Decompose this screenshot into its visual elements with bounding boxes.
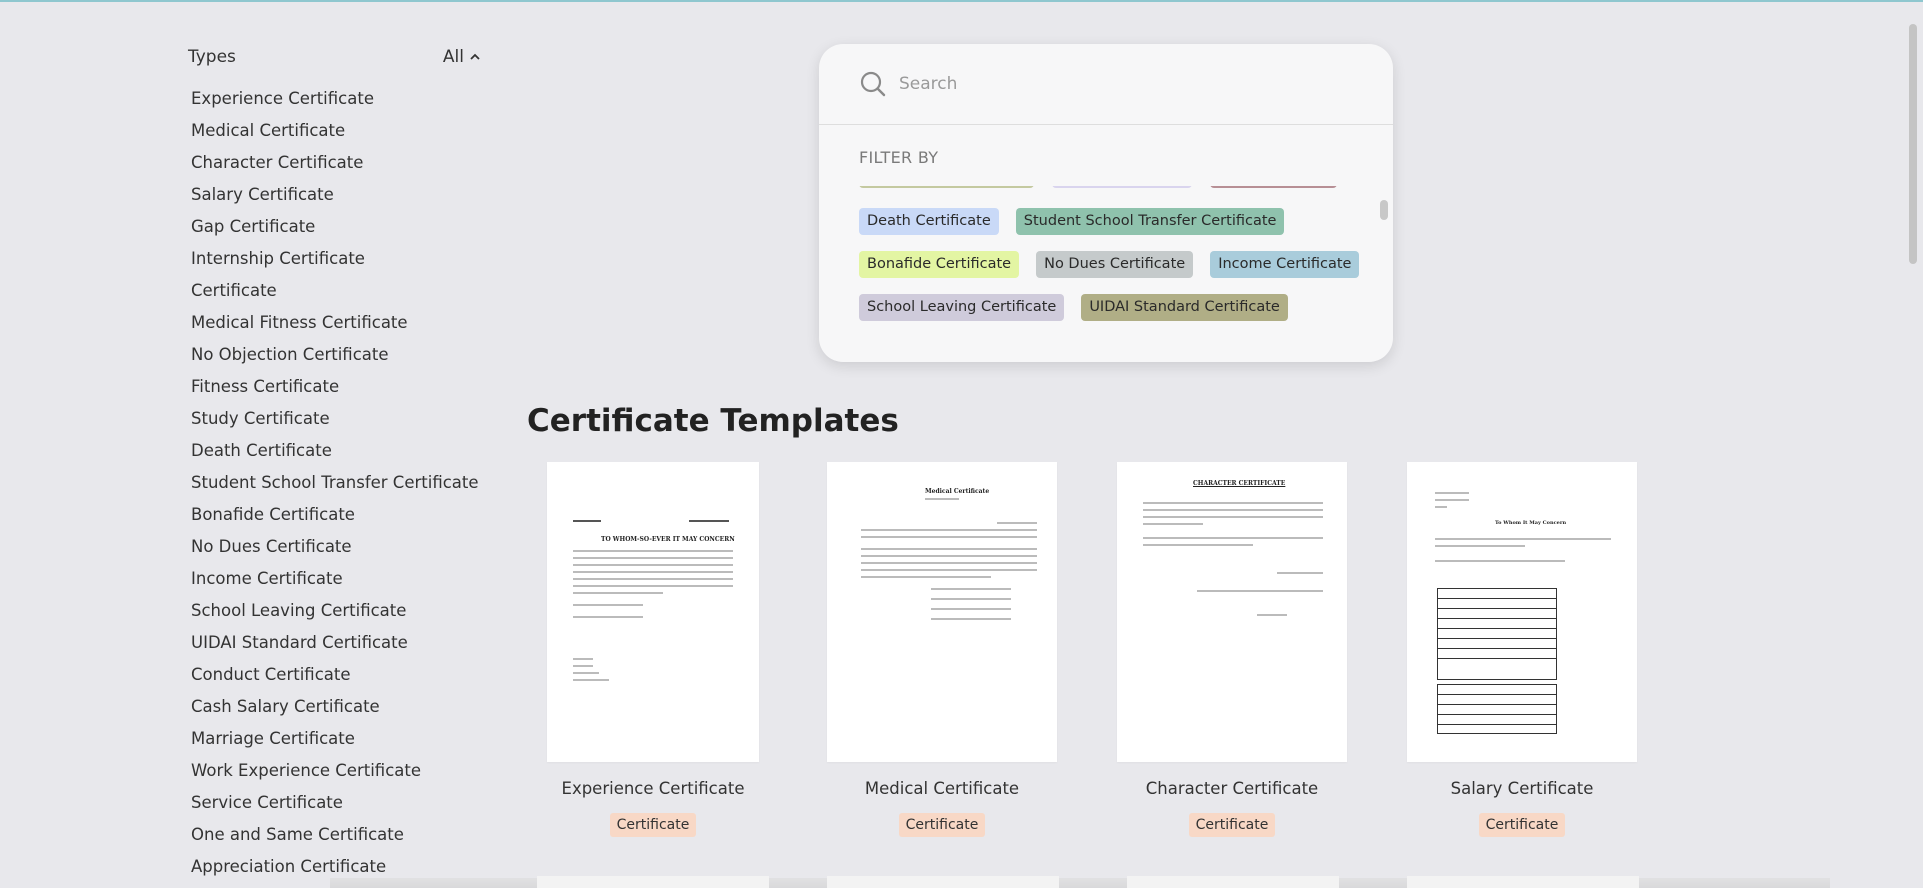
template-name: Character Certificate (1145, 779, 1319, 798)
type-item[interactable]: Certificate (188, 280, 488, 312)
type-item[interactable]: UIDAI Standard Certificate (188, 632, 488, 664)
preview-title: CHARACTER CERTIFICATE (1193, 480, 1286, 487)
chip-partial (859, 186, 1034, 188)
chip-partial (1052, 186, 1192, 188)
template-tag[interactable]: Certificate (609, 813, 697, 837)
template-tag[interactable]: Certificate (1188, 813, 1276, 837)
filter-scrollbar[interactable] (1380, 200, 1388, 220)
preview-title: Medical Certificate (925, 488, 990, 495)
type-item[interactable]: Bonafide Certificate (188, 504, 488, 536)
template-preview: To Whom It May Concern (1407, 462, 1637, 762)
filter-chip[interactable]: UIDAI Standard Certificate (1081, 294, 1288, 321)
type-item[interactable]: Internship Certificate (188, 248, 488, 280)
type-item[interactable]: School Leaving Certificate (188, 600, 488, 632)
types-list: Experience Certificate Medical Certificat… (188, 88, 488, 888)
template-name: Experience Certificate (561, 779, 745, 798)
types-header: Types All (188, 46, 488, 68)
types-all-toggle[interactable]: All (443, 47, 488, 67)
type-item[interactable]: Marriage Certificate (188, 728, 488, 760)
page-scrollbar[interactable] (1909, 24, 1917, 264)
types-title: Types (188, 47, 236, 67)
preview-title: TO WHOM-SO-EVER IT MAY CONCERN (601, 536, 735, 543)
search-icon (860, 71, 886, 97)
template-tag[interactable]: Certificate (898, 813, 986, 837)
page-title: Certificate Templates (527, 403, 899, 439)
preview-title: To Whom It May Concern (1495, 520, 1567, 526)
chip-row: Bonafide Certificate No Dues Certificate I… (859, 251, 1360, 278)
template-name: Salary Certificate (1450, 779, 1594, 798)
types-sidebar: Types All Experience Certificate Medical … (188, 46, 488, 888)
search-filter-panel: FILTER BY Death Certificate Student Schoo… (819, 44, 1393, 362)
filter-chip[interactable]: Bonafide Certificate (859, 251, 1020, 278)
template-preview: Medical Certificate (827, 462, 1057, 762)
type-item[interactable]: Death Certificate (188, 440, 488, 472)
type-item[interactable]: Salary Certificate (188, 184, 488, 216)
template-card-experience[interactable]: TO WHOM-SO-EVER IT MAY CONCERN Experienc… (547, 462, 759, 837)
template-card-next[interactable] (1407, 876, 1639, 888)
type-item[interactable]: Cash Salary Certificate (188, 696, 488, 728)
template-preview: CHARACTER CERTIFICATE (1117, 462, 1347, 762)
type-item[interactable]: Experience Certificate (188, 88, 488, 120)
filter-by-label: FILTER BY (859, 148, 939, 167)
type-item[interactable]: Gap Certificate (188, 216, 488, 248)
template-tag[interactable]: Certificate (1478, 813, 1566, 837)
type-item[interactable]: Medical Fitness Certificate (188, 312, 488, 344)
template-card-medical[interactable]: Medical Certificate Medical Certificate … (827, 462, 1057, 837)
type-item[interactable]: Study Certificate (188, 408, 488, 440)
type-item[interactable]: No Objection Certificate (188, 344, 488, 376)
type-item[interactable]: Work Experience Certificate (188, 760, 488, 792)
chip-row: Death Certificate Student School Transfer… (859, 208, 1285, 235)
filter-chips[interactable]: Death Certificate Student School Transfer… (859, 186, 1379, 362)
chevron-up-icon (470, 53, 480, 60)
template-card-salary[interactable]: To Whom It May Concern Salary Certificat… (1407, 462, 1637, 837)
template-card-character[interactable]: CHARACTER CERTIFICATE Character Certific… (1117, 462, 1347, 837)
type-item[interactable]: Character Certificate (188, 152, 488, 184)
template-preview: TO WHOM-SO-EVER IT MAY CONCERN (547, 462, 759, 762)
type-item[interactable]: No Dues Certificate (188, 536, 488, 568)
type-item[interactable]: Medical Certificate (188, 120, 488, 152)
filter-chip[interactable]: No Dues Certificate (1036, 251, 1194, 278)
type-item[interactable]: Fitness Certificate (188, 376, 488, 408)
chip-row: School Leaving Certificate UIDAI Standard… (859, 294, 1288, 321)
filter-chip[interactable]: School Leaving Certificate (859, 294, 1065, 321)
type-item[interactable]: Service Certificate (188, 792, 488, 824)
search-input[interactable] (897, 73, 1361, 95)
types-all-label: All (442, 47, 464, 67)
type-item[interactable]: Income Certificate (188, 568, 488, 600)
template-card-next[interactable] (827, 876, 1059, 888)
filter-chip[interactable]: Student School Transfer Certificate (1015, 208, 1285, 235)
filter-chip[interactable]: Death Certificate (859, 208, 999, 235)
template-name: Medical Certificate (864, 779, 1020, 798)
type-item[interactable]: Student School Transfer Certificate (188, 472, 488, 504)
type-item[interactable]: Conduct Certificate (188, 664, 488, 696)
filter-chip[interactable]: Income Certificate (1210, 251, 1360, 278)
chip-partial (1210, 186, 1337, 188)
template-card-next[interactable] (1127, 876, 1339, 888)
search-bar (819, 44, 1393, 125)
type-item[interactable]: One and Same Certificate (188, 824, 488, 856)
template-card-next[interactable] (537, 876, 769, 888)
